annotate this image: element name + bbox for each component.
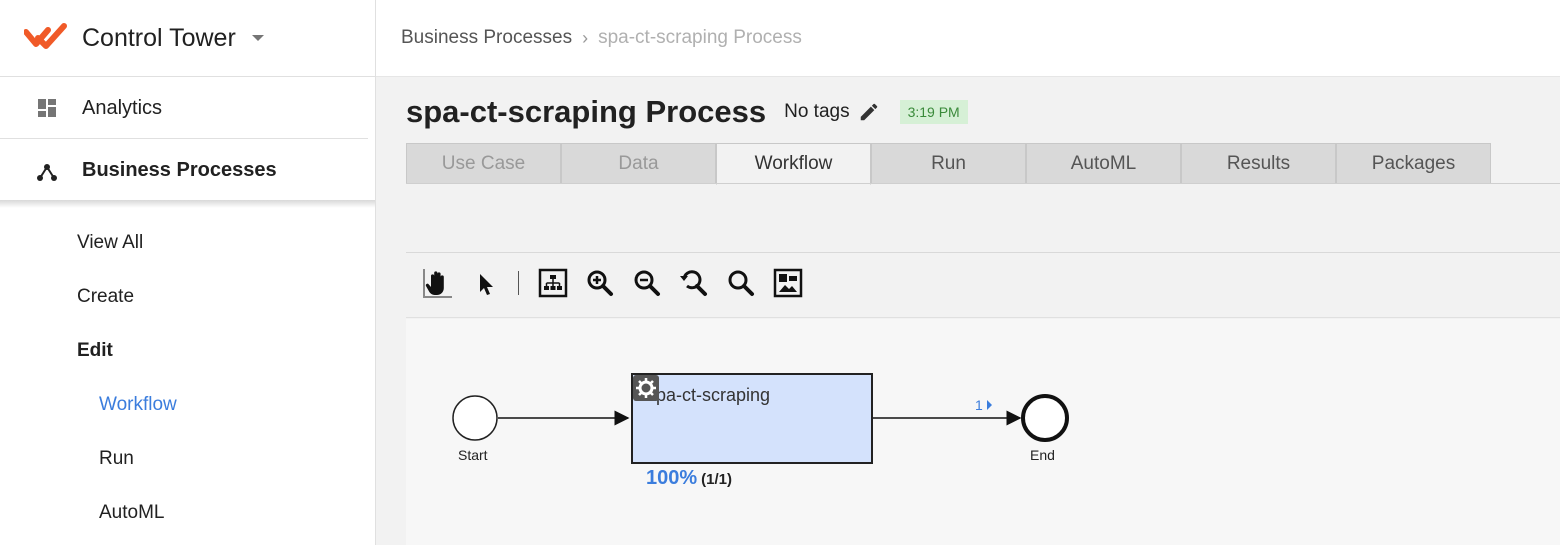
- breadcrumb-current: spa-ct-scraping Process: [598, 27, 802, 48]
- tab-run[interactable]: Run: [871, 143, 1026, 184]
- hand-tool-button[interactable]: [420, 265, 456, 301]
- workflow-canvas[interactable]: Start End spa-ct-scraping 100% (1/1) 1: [406, 319, 1560, 545]
- page-title: spa-ct-scraping Process: [406, 94, 767, 129]
- sidebar-subitem-workflow[interactable]: Workflow: [99, 394, 177, 416]
- hand-icon: [423, 269, 452, 298]
- task-progress-percent: 100%: [646, 467, 698, 489]
- dashboard-icon: [38, 99, 56, 117]
- caret-down-icon[interactable]: [251, 35, 264, 41]
- pointer-icon: [480, 274, 493, 295]
- start-node-label: Start: [458, 447, 488, 463]
- toolbar-band: [406, 252, 1560, 318]
- layout-icon: [538, 268, 568, 298]
- start-node[interactable]: [452, 395, 498, 441]
- minimap-icon: [773, 268, 803, 298]
- workflow-toolbar: [420, 265, 817, 301]
- zoom-out-button[interactable]: [629, 265, 665, 301]
- sidebar-subitem-view-all[interactable]: View All: [77, 232, 143, 254]
- pointer-tool-button[interactable]: [467, 265, 503, 301]
- breadcrumb: Business Processes › spa-ct-scraping Pro…: [376, 0, 1560, 77]
- tab-automl[interactable]: AutoML: [1026, 143, 1181, 184]
- zoom-in-button[interactable]: [582, 265, 618, 301]
- sidebar-subitem-create[interactable]: Create: [77, 286, 134, 308]
- end-node-label: End: [1030, 447, 1055, 463]
- sidebar-subitem-automl[interactable]: AutoML: [99, 502, 164, 524]
- zoom-reset-icon: [680, 270, 707, 296]
- task-progress: 100% (1/1): [646, 467, 732, 490]
- tab-results[interactable]: Results: [1181, 143, 1336, 184]
- workflow-diagram: [452, 394, 1069, 442]
- end-node[interactable]: [1021, 394, 1069, 442]
- main-content: spa-ct-scraping Process No tags 3:19 PM …: [376, 77, 1560, 545]
- edge-label[interactable]: 1: [975, 397, 992, 413]
- title-row: spa-ct-scraping Process No tags 3:19 PM: [406, 94, 968, 130]
- tab-data[interactable]: Data: [561, 143, 716, 184]
- edge-label-count: 1: [975, 397, 983, 413]
- minimap-button[interactable]: [770, 265, 806, 301]
- nav-shadow: [0, 200, 375, 208]
- auto-layout-button[interactable]: [535, 265, 571, 301]
- tab-workflow[interactable]: Workflow: [716, 143, 871, 185]
- zoom-reset-button[interactable]: [676, 265, 712, 301]
- task-node[interactable]: spa-ct-scraping: [631, 373, 873, 464]
- brand-header[interactable]: Control Tower: [0, 0, 375, 77]
- sidebar-subitem-edit[interactable]: Edit: [77, 340, 113, 362]
- tab-bar: Use Case Data Workflow Run AutoML Result…: [406, 143, 1491, 185]
- sidebar-subitem-run[interactable]: Run: [99, 448, 134, 470]
- toolbar-separator: [518, 271, 519, 295]
- tags-label: No tags: [784, 101, 850, 122]
- control-tower-logo-icon: [24, 23, 67, 49]
- sidebar-item-label: Analytics: [82, 96, 163, 119]
- zoom-fit-button[interactable]: [723, 265, 759, 301]
- hierarchy-icon: [37, 163, 57, 181]
- zoom-out-icon: [634, 270, 660, 296]
- breadcrumb-parent[interactable]: Business Processes: [401, 27, 572, 49]
- sidebar-item-business-processes[interactable]: Business Processes: [0, 140, 368, 201]
- brand-title: Control Tower: [82, 23, 236, 52]
- zoom-fit-icon: [728, 270, 754, 296]
- tags: No tags: [784, 101, 879, 123]
- time-badge: 3:19 PM: [899, 100, 968, 124]
- zoom-in-icon: [587, 270, 613, 296]
- chevron-right-icon: ›: [582, 27, 589, 48]
- task-name: spa-ct-scraping: [647, 385, 771, 405]
- sidebar-item-analytics[interactable]: Analytics: [0, 78, 368, 139]
- gear-icon[interactable]: [633, 375, 659, 401]
- pencil-icon[interactable]: [858, 101, 880, 123]
- tab-divider: [406, 183, 1560, 184]
- sidebar-item-label: Business Processes: [82, 159, 277, 181]
- sidebar: Control Tower Analytics Business Process…: [0, 0, 376, 545]
- tab-use-case[interactable]: Use Case: [406, 143, 561, 184]
- tab-packages[interactable]: Packages: [1336, 143, 1491, 184]
- task-progress-count: (1/1): [701, 471, 732, 488]
- caret-right-icon: [986, 400, 992, 410]
